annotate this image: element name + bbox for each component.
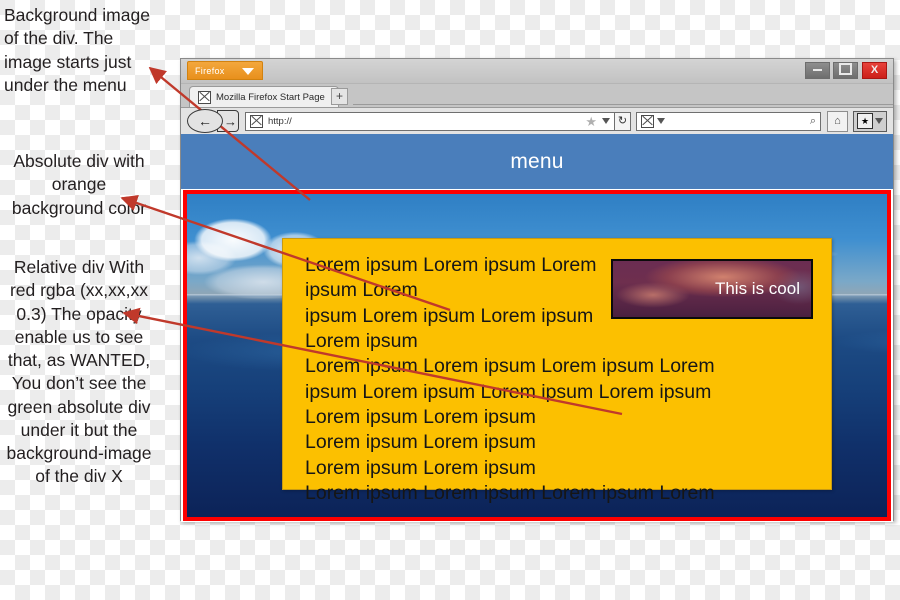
home-button[interactable]: ⌂ bbox=[827, 110, 848, 132]
this-is-cool-label: This is cool bbox=[714, 278, 800, 298]
chevron-down-icon[interactable] bbox=[657, 118, 665, 124]
annotation-relative-div: Relative div With red rgba (xx,xx,xx 0.3… bbox=[6, 257, 152, 487]
title-bar: Firefox X bbox=[181, 59, 893, 84]
annotation-absolute-div: Absolute div with orange background colo… bbox=[11, 151, 147, 218]
lorem-line: Lorem ipsum Lorem ipsum bbox=[305, 456, 536, 479]
lorem-line: ipsum Lorem ipsum Lorem ipsum Lorem ipsu… bbox=[305, 380, 712, 403]
relative-div-red-border: This is cool Lorem ipsum Lorem ipsum Lor… bbox=[183, 190, 891, 521]
lorem-line: Lorem ipsum Lorem ipsum bbox=[305, 431, 536, 454]
firefox-menu-button[interactable]: Firefox bbox=[187, 61, 263, 80]
chevron-down-icon[interactable] bbox=[602, 118, 610, 124]
lorem-line: Lorem ipsum Lorem ipsum Lorem ipsum Lore… bbox=[305, 355, 715, 378]
chevron-down-icon bbox=[242, 68, 254, 75]
chevron-down-icon bbox=[875, 118, 883, 124]
broken-image-site-icon bbox=[250, 114, 263, 128]
firefox-menu-label: Firefox bbox=[195, 66, 225, 76]
close-button[interactable]: X bbox=[862, 62, 887, 79]
reload-button[interactable]: ↻ bbox=[615, 111, 631, 131]
broken-image-favicon-icon bbox=[198, 90, 211, 104]
lorem-line: Lorem ipsum Lorem ipsum Lorem ipsum Lore… bbox=[305, 482, 715, 505]
annotation-background-image: Background image of the div. The image s… bbox=[4, 5, 150, 95]
annotation-column: Background image of the div. The image s… bbox=[0, 0, 158, 600]
this-is-cool-image-box: This is cool bbox=[611, 259, 813, 319]
page-menu-bar[interactable]: menu bbox=[181, 134, 893, 189]
broken-image-search-engine-icon bbox=[641, 114, 654, 128]
url-bar[interactable]: http:// ★ bbox=[245, 111, 615, 131]
star-icon: ★ bbox=[857, 113, 873, 129]
tab-label: Mozilla Firefox Start Page bbox=[216, 91, 325, 103]
bookmarks-button[interactable]: ★ bbox=[853, 110, 887, 132]
tab-strip: Mozilla Firefox Start Page + bbox=[181, 84, 893, 107]
star-icon[interactable]: ★ bbox=[585, 115, 597, 128]
maximize-button[interactable] bbox=[833, 62, 858, 79]
search-bar[interactable]: ⌕ bbox=[636, 111, 821, 131]
search-icon[interactable]: ⌕ bbox=[810, 115, 816, 128]
new-tab-button[interactable]: + bbox=[331, 88, 348, 105]
menu-label: menu bbox=[510, 149, 564, 173]
navigation-toolbar: ← → http:// ★ ↻ ⌕ ⌂ ★ bbox=[181, 107, 893, 134]
maximize-icon bbox=[839, 63, 852, 75]
minimize-icon bbox=[813, 69, 822, 71]
minimize-button[interactable] bbox=[805, 62, 830, 79]
tab-mozilla-firefox-start-page[interactable]: Mozilla Firefox Start Page bbox=[189, 86, 339, 107]
lorem-line: Lorem ipsum Lorem ipsum bbox=[305, 406, 536, 429]
url-text: http:// bbox=[268, 115, 292, 127]
back-button[interactable]: ← bbox=[187, 109, 223, 133]
page-viewport: menu This is cool Lorem ipsum Lorem ipsu… bbox=[181, 134, 893, 522]
absolute-div-orange: This is cool Lorem ipsum Lorem ipsum Lor… bbox=[282, 238, 832, 504]
tab-strip-filler bbox=[353, 104, 893, 105]
browser-window: Firefox X Mozilla Firefox Start Page + ←… bbox=[180, 58, 894, 522]
